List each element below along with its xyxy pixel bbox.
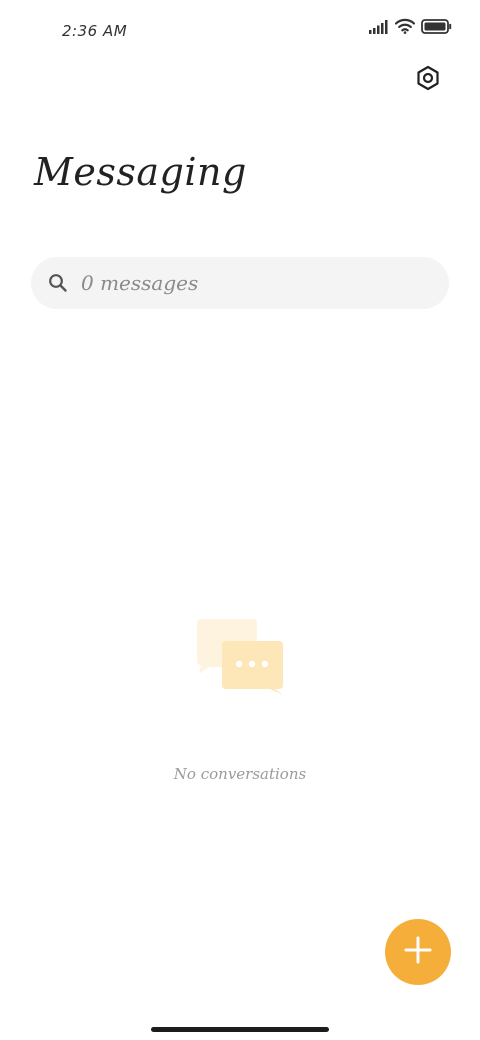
search-input[interactable]: [79, 262, 423, 304]
chat-bubbles-icon: [195, 617, 287, 697]
status-icons: [369, 18, 452, 38]
battery-icon: [421, 18, 452, 38]
wifi-icon: [394, 18, 416, 38]
page-title: Messaging: [34, 150, 247, 194]
status-bar: 2:36 AM: [0, 0, 480, 60]
settings-button[interactable]: [408, 60, 448, 100]
new-conversation-button[interactable]: [385, 919, 451, 985]
search-icon: [47, 272, 69, 294]
status-time: 2:36 AM: [62, 22, 128, 40]
settings-hexagon-icon: [415, 65, 441, 95]
plus-icon: [404, 936, 432, 968]
home-indicator[interactable]: [151, 1027, 329, 1032]
empty-state-text: No conversations: [173, 765, 307, 783]
signal-icon: [369, 19, 389, 38]
search-bar[interactable]: [31, 257, 449, 309]
